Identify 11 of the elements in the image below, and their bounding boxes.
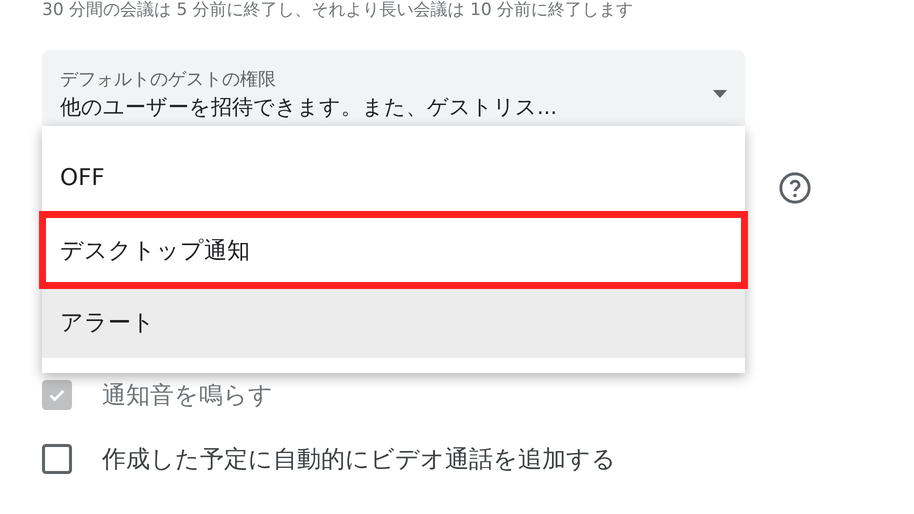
field-label: デフォルトのゲストの権限 [60,68,276,92]
checkbox[interactable] [42,444,72,474]
help-icon[interactable] [778,171,812,205]
caret-icon [713,90,727,98]
menu-item[interactable]: デスクトップ通知 [42,214,745,286]
checkbox-label: 通知音を鳴らす [102,380,273,411]
field-value: 他のユーザーを招待できます。また、ゲストリス... [60,94,558,121]
menu-item[interactable]: アラート [42,286,745,358]
checkbox-label: 作成した予定に自動的にビデオ通話を追加する [102,444,616,475]
description-text: 30 分間の会議は 5 分前に終了し、それより長い会議は 10 分前に終了します [42,0,634,20]
menu-item[interactable]: OFF [42,142,745,214]
